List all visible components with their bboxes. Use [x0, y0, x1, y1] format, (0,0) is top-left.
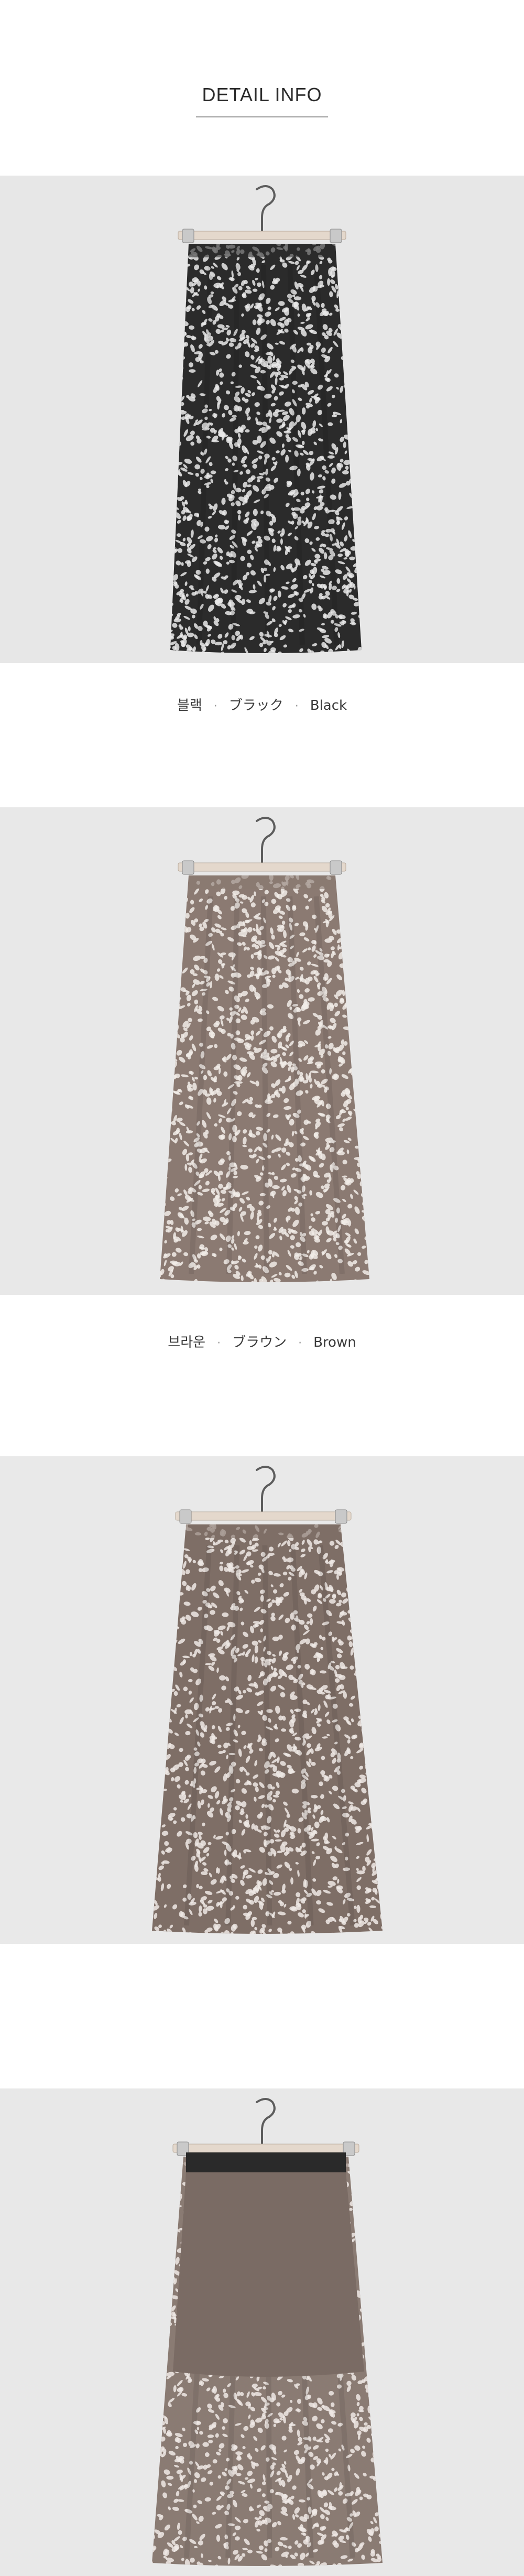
page-title: DETAIL INFO: [202, 84, 322, 105]
product-photo-brown: [0, 807, 524, 1295]
caption-separator: ·: [213, 700, 217, 713]
skirt-illustration: [160, 817, 369, 1282]
skirt-body: [160, 875, 369, 1282]
product-photo-brown-alt: [0, 1456, 524, 1944]
color-caption-black: 블랙 · ブラック · Black: [0, 695, 524, 714]
skirt-body: [152, 1524, 383, 1934]
color-caption-brown: 브라운 · ブラウン · Brown: [0, 1332, 524, 1351]
hanger-icon: [178, 185, 346, 243]
caption-english: Brown: [313, 1335, 356, 1350]
title-underline: [196, 116, 328, 117]
caption-korean: 브라운: [168, 1335, 206, 1350]
hanger-icon: [172, 2098, 359, 2156]
caption-japanese: ブラウン: [232, 1335, 287, 1350]
caption-japanese: ブラック: [228, 698, 283, 713]
caption-korean: 블랙: [177, 698, 202, 713]
skirt-body: [170, 244, 362, 653]
caption-english: Black: [310, 698, 347, 713]
detail-header: DETAIL INFO: [0, 0, 524, 176]
skirt-illustration: [170, 185, 362, 653]
caption-separator: ·: [298, 1337, 302, 1350]
caption-separator: ·: [217, 1337, 221, 1350]
skirt-lining: [173, 2152, 364, 2377]
hanger-icon: [175, 1466, 352, 1524]
product-photo-black: [0, 176, 524, 663]
hanger-icon: [178, 817, 346, 875]
caption-separator: ·: [294, 700, 299, 713]
product-photo-lining: [0, 2088, 524, 2576]
elastic-waistband: [186, 2152, 346, 2172]
skirt-illustration: [152, 1466, 383, 1934]
skirt-illustration: [152, 2098, 383, 2566]
